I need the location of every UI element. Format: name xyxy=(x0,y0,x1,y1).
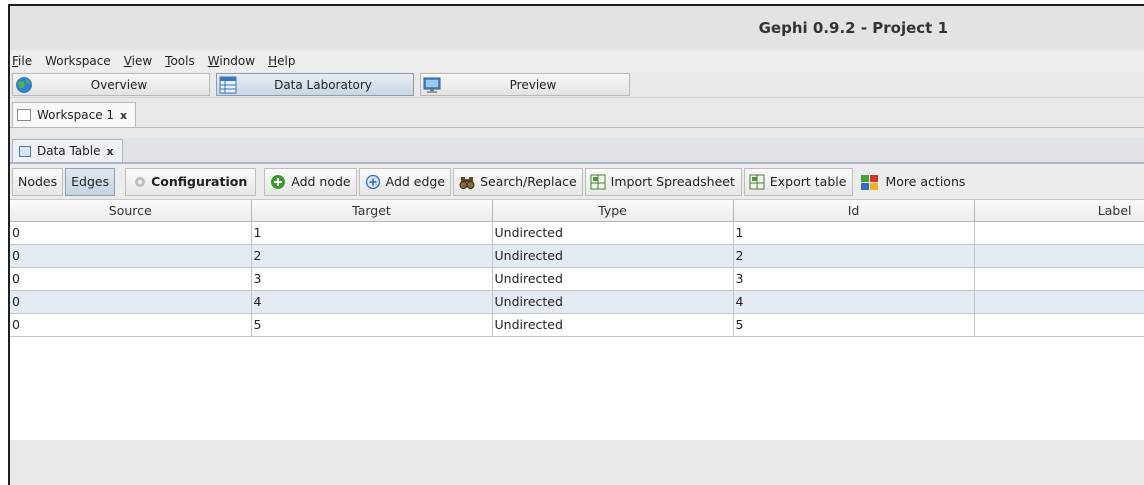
data-laboratory-button[interactable]: Data Laboratory xyxy=(216,73,414,96)
gear-icon xyxy=(135,176,146,187)
add-node-button[interactable]: Add node xyxy=(264,167,357,196)
data-table-tab-bar: Data Table x xyxy=(10,138,1144,164)
workspace-tab[interactable]: Workspace 1 x xyxy=(12,102,137,127)
table-row[interactable]: 0 5 Undirected 5 xyxy=(10,313,1144,337)
cell-type[interactable]: Undirected xyxy=(492,267,734,291)
export-table-label: Export table xyxy=(769,174,847,189)
edges-button-label: Edges xyxy=(71,174,110,189)
cell-source[interactable]: 0 xyxy=(10,221,252,245)
workspace-tab-bar: Workspace 1 x xyxy=(10,98,1144,128)
nodes-button-label: Nodes xyxy=(18,174,58,189)
monitor-icon xyxy=(423,77,441,93)
nodes-button[interactable]: Nodes xyxy=(12,167,64,196)
table-row[interactable]: 0 1 Undirected 1 xyxy=(10,221,1144,245)
workspace-tab-close-icon[interactable]: x xyxy=(120,109,127,122)
more-actions-label: More actions xyxy=(885,174,966,189)
mode-switcher: Overview Data Laboratory Preview xyxy=(10,72,1144,98)
cell-source[interactable]: 0 xyxy=(10,290,252,314)
menu-file[interactable]: File xyxy=(12,54,32,68)
cell-source[interactable]: 0 xyxy=(10,244,252,268)
cell-label[interactable] xyxy=(974,244,1144,268)
menu-window[interactable]: Window xyxy=(208,54,255,68)
data-table-icon xyxy=(19,145,31,157)
column-header-target[interactable]: Target xyxy=(251,200,493,222)
menu-bar: File Workspace View Tools Window Help xyxy=(10,50,1144,72)
table-row[interactable]: 0 4 Undirected 4 xyxy=(10,290,1144,314)
configuration-button-label: Configuration xyxy=(151,174,248,189)
configuration-button[interactable]: Configuration xyxy=(125,167,257,196)
cell-id[interactable]: 5 xyxy=(733,313,975,337)
cell-label[interactable] xyxy=(974,290,1144,314)
cell-id[interactable]: 4 xyxy=(733,290,975,314)
workspace-document-icon xyxy=(17,109,31,121)
cell-target[interactable]: 2 xyxy=(251,244,493,268)
data-table-toolbar: Nodes Edges Configuration Add node Add e… xyxy=(10,164,1144,200)
cell-source[interactable]: 0 xyxy=(10,313,252,337)
cell-type[interactable]: Undirected xyxy=(492,244,734,268)
menu-view[interactable]: View xyxy=(124,54,152,68)
data-table-tab[interactable]: Data Table x xyxy=(12,139,123,162)
cell-id[interactable]: 2 xyxy=(733,244,975,268)
cell-target[interactable]: 5 xyxy=(251,313,493,337)
overview-button[interactable]: Overview xyxy=(12,73,210,96)
globe-icon xyxy=(16,76,32,93)
search-replace-button[interactable]: Search/Replace xyxy=(453,167,583,196)
edges-table: Source Target Type Id Label 0 1 Undirect… xyxy=(10,200,1144,337)
column-header-type[interactable]: Type xyxy=(492,200,734,222)
cell-label[interactable] xyxy=(974,221,1144,245)
more-actions-button[interactable]: More actions xyxy=(855,168,972,196)
add-edge-button[interactable]: Add edge xyxy=(358,167,452,196)
add-node-label: Add node xyxy=(291,174,351,189)
window-title: Gephi 0.9.2 - Project 1 xyxy=(758,19,948,37)
data-laboratory-label: Data Laboratory xyxy=(274,77,372,92)
cell-label[interactable] xyxy=(974,313,1144,337)
cell-target[interactable]: 4 xyxy=(251,290,493,314)
add-node-icon xyxy=(271,174,286,189)
export-table-icon xyxy=(749,174,765,189)
cell-type[interactable]: Undirected xyxy=(492,313,734,337)
column-header-source[interactable]: Source xyxy=(10,200,252,222)
import-spreadsheet-button[interactable]: Import Spreadsheet xyxy=(584,167,742,196)
edges-table-area: Source Target Type Id Label 0 1 Undirect… xyxy=(10,200,1144,440)
data-table-tab-label: Data Table xyxy=(37,144,101,158)
panel-gap xyxy=(10,128,1144,138)
cell-id[interactable]: 3 xyxy=(733,267,975,291)
cell-id[interactable]: 1 xyxy=(733,221,975,245)
title-bar: Gephi 0.9.2 - Project 1 xyxy=(10,6,1144,50)
table-row[interactable]: 0 3 Undirected 3 xyxy=(10,267,1144,291)
binoculars-icon xyxy=(459,176,475,189)
menu-tools[interactable]: Tools xyxy=(165,54,195,68)
cell-label[interactable] xyxy=(974,267,1144,291)
import-spreadsheet-label: Import Spreadsheet xyxy=(610,174,735,189)
workspace-tab-label: Workspace 1 xyxy=(37,108,115,122)
preview-label: Preview xyxy=(509,77,557,92)
preview-button[interactable]: Preview xyxy=(420,73,630,96)
edges-button[interactable]: Edges xyxy=(65,167,116,196)
menu-help[interactable]: Help xyxy=(268,54,295,68)
app-window: Gephi 0.9.2 - Project 1 File Workspace V… xyxy=(8,4,1144,485)
import-spreadsheet-icon xyxy=(590,174,606,189)
overview-label: Overview xyxy=(90,77,148,92)
puzzle-icon xyxy=(861,174,879,190)
add-edge-icon xyxy=(365,174,380,189)
cell-type[interactable]: Undirected xyxy=(492,221,734,245)
spreadsheet-icon xyxy=(219,76,237,93)
cell-type[interactable]: Undirected xyxy=(492,290,734,314)
column-header-id[interactable]: Id xyxy=(733,200,975,222)
menu-workspace[interactable]: Workspace xyxy=(45,54,111,68)
cell-target[interactable]: 3 xyxy=(251,267,493,291)
export-table-button[interactable]: Export table xyxy=(743,167,854,196)
column-header-label[interactable]: Label xyxy=(974,200,1144,222)
add-edge-label: Add edge xyxy=(385,174,446,189)
search-replace-label: Search/Replace xyxy=(480,174,577,189)
cell-target[interactable]: 1 xyxy=(251,221,493,245)
table-row[interactable]: 0 2 Undirected 2 xyxy=(10,244,1144,268)
cell-source[interactable]: 0 xyxy=(10,267,252,291)
data-table-tab-close-icon[interactable]: x xyxy=(107,145,114,158)
table-header-row: Source Target Type Id Label xyxy=(10,200,1144,222)
